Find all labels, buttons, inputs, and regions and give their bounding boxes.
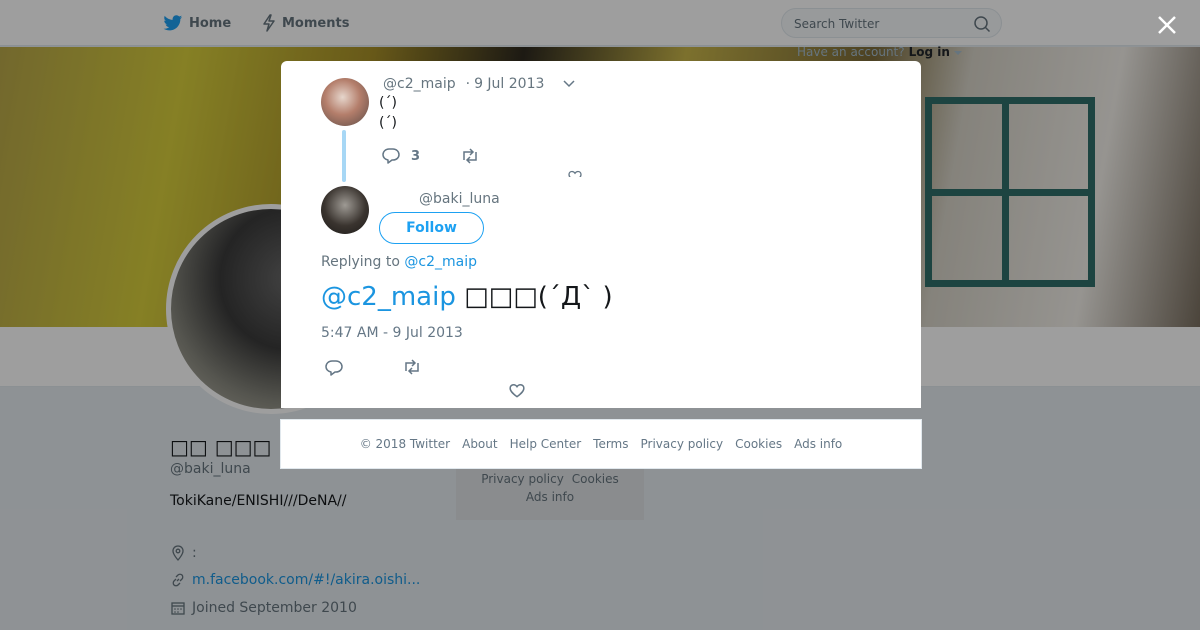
footer-link-help-center[interactable]: Help Center [510, 437, 582, 451]
tweet-modal: @c2_maip · 9 Jul 2013 (´) (´) 3 @baki_lu… [281, 61, 921, 408]
heart-icon[interactable] [568, 169, 582, 177]
parent-tweet-actions: 3 [381, 147, 480, 165]
tweet-timestamp[interactable]: 5:47 AM - 9 Jul 2013 [321, 325, 463, 341]
replying-prefix: Replying to [321, 254, 400, 270]
footer-link-terms[interactable]: Terms [593, 437, 628, 451]
chevron-down-icon[interactable] [562, 79, 576, 89]
parent-tweet-handle[interactable]: @c2_maip [383, 76, 456, 92]
parent-tweet-date[interactable]: 9 Jul 2013 [474, 76, 544, 92]
login-prompt: Have an account? Log in [797, 45, 962, 59]
reply-icon[interactable] [324, 359, 344, 377]
parent-tweet-header: @c2_maip · 9 Jul 2013 [383, 76, 576, 92]
footer-link-cookies[interactable]: Cookies [735, 437, 782, 451]
footer-link-about[interactable]: About [462, 437, 497, 451]
chevron-down-icon[interactable] [953, 50, 962, 56]
login-link[interactable]: Log in [909, 45, 950, 59]
replying-handle-link[interactable]: @c2_maip [404, 254, 477, 270]
reply-count: 3 [411, 148, 421, 164]
footer-copyright: © 2018 Twitter [359, 437, 451, 451]
tweet-text: @c2_maip □□□(´Д` ) [321, 280, 613, 314]
tweet-author-handle[interactable]: @baki_luna [419, 191, 500, 207]
have-account-text: Have an account? [797, 45, 905, 59]
footer-link-ads-info[interactable]: Ads info [794, 437, 842, 451]
parent-tweet-avatar[interactable] [321, 78, 369, 126]
tweet-mention-link[interactable]: @c2_maip [321, 282, 456, 312]
modal-footer: © 2018 Twitter About Help Center Terms P… [280, 419, 922, 469]
separator-dot: · [465, 76, 471, 92]
tweet-body: □□□(´Д` ) [464, 282, 613, 312]
heart-icon[interactable] [509, 383, 525, 399]
close-icon[interactable] [1155, 13, 1179, 37]
follow-button[interactable]: Follow [379, 212, 484, 244]
parent-tweet-line-1: (´) [379, 95, 397, 111]
parent-tweet-line-2: (´) [379, 115, 397, 131]
footer-link-privacy[interactable]: Privacy policy [641, 437, 724, 451]
reply-icon[interactable] [381, 147, 401, 165]
retweet-icon[interactable] [402, 359, 422, 375]
tweet-author-avatar[interactable] [321, 186, 369, 234]
thread-connector [342, 130, 346, 182]
replying-to: Replying to @c2_maip [321, 254, 477, 270]
retweet-icon[interactable] [460, 148, 480, 164]
